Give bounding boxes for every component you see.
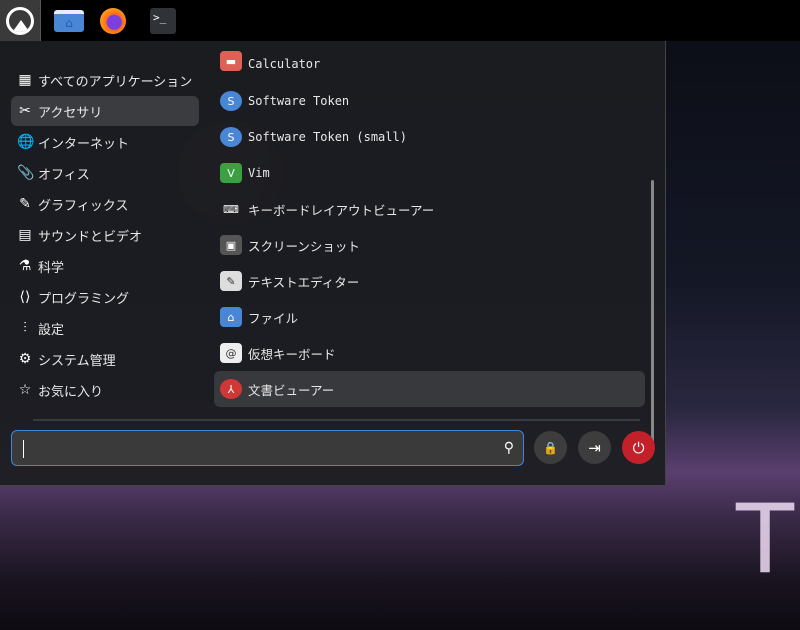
code-icon: ⟨⟩ — [19, 289, 31, 305]
firefox-icon — [100, 7, 126, 34]
star-icon: ☆ — [18, 382, 32, 398]
gear-icon: ⚙ — [18, 351, 32, 367]
text-caret — [23, 440, 24, 458]
search-field[interactable]: ⚲ — [11, 430, 524, 466]
category-label: オフィス — [38, 167, 90, 183]
separator — [33, 419, 640, 421]
app-item[interactable]: ⌂ ファイル — [214, 299, 645, 335]
globe-icon: 🌐 — [17, 134, 35, 150]
file-manager-launcher[interactable]: ⌂ — [47, 0, 91, 41]
app-item[interactable]: ⅄ 文書ビューアー — [214, 371, 645, 407]
app-item[interactable]: ⌨ キーボードレイアウトビューアー — [214, 191, 645, 227]
category-label: 科学 — [38, 260, 65, 276]
document-viewer-icon: ⅄ — [220, 379, 242, 399]
category-item[interactable]: 🌐 インターネット — [11, 127, 199, 157]
category-label: お気に入り — [38, 384, 104, 400]
app-item[interactable]: S Software Token — [214, 83, 645, 119]
home-folder-icon: ⌂ — [54, 9, 84, 32]
category-item[interactable]: ▦ すべてのアプリケーション — [11, 65, 199, 95]
category-item[interactable]: ⟨⟩ プログラミング — [11, 282, 199, 312]
app-item[interactable]: ✎ テキストエディター — [214, 263, 645, 299]
screenshot-icon: ▣ — [220, 235, 242, 255]
calculator-icon: ▬ — [220, 51, 242, 71]
app-item[interactable]: ▣ スクリーンショット — [214, 227, 645, 263]
category-label: グラフィックス — [38, 198, 129, 214]
taskbar: ⌂ >_ — [0, 0, 800, 41]
app-item[interactable]: V Vim — [214, 155, 645, 191]
flask-icon: ⚗ — [18, 258, 32, 274]
app-label: Software Token (small) — [248, 130, 407, 144]
app-label: Vim — [248, 166, 270, 180]
power-button[interactable]: ⏻ — [622, 431, 655, 464]
category-item[interactable]: ⚙ システム管理 — [11, 344, 199, 374]
mountain-logo-icon — [6, 6, 34, 35]
keyboard-icon: ⌨ — [223, 202, 239, 216]
category-label: 設定 — [38, 322, 65, 338]
category-label: すべてのアプリケーション — [38, 74, 193, 90]
logout-button[interactable]: ⇥ — [578, 431, 611, 464]
app-item[interactable]: @ 仮想キーボード — [214, 335, 645, 371]
folder-icon: ⌂ — [220, 307, 242, 327]
category-item[interactable]: ▤ サウンドとビデオ — [11, 220, 199, 250]
lock-icon: 🔒 — [543, 440, 558, 455]
app-list-scrollbar[interactable] — [651, 180, 654, 448]
category-label: サウンドとビデオ — [38, 229, 143, 245]
category-item[interactable]: ☆ お気に入り — [11, 375, 199, 405]
app-label: テキストエディター — [248, 274, 360, 290]
category-item[interactable]: ✂ アクセサリ — [11, 96, 199, 126]
app-label: キーボードレイアウトビューアー — [248, 202, 435, 218]
palette-icon: ✎ — [19, 196, 31, 212]
app-label: Calculator — [248, 57, 321, 71]
tools-icon: ✂ — [19, 103, 31, 119]
token-icon: S — [220, 91, 242, 111]
virtual-keyboard-icon: @ — [220, 343, 242, 363]
paperclip-icon: 📎 — [17, 165, 35, 181]
category-item[interactable]: 📎 オフィス — [11, 158, 199, 188]
terminal-icon: >_ — [150, 7, 176, 34]
application-menu: ▦ すべてのアプリケーション ✂ アクセサリ 🌐 インターネット 📎 オフィス ✎ グラフィックス… — [0, 41, 666, 486]
search-input[interactable] — [12, 431, 472, 465]
lock-button[interactable]: 🔒 — [534, 431, 567, 464]
category-item[interactable]: ✎ グラフィックス — [11, 189, 199, 219]
wallpaper-letter: T — [736, 485, 795, 595]
category-label: アクセサリ — [38, 105, 103, 121]
logout-icon: ⇥ — [588, 438, 601, 457]
app-label: 文書ビューアー — [248, 382, 335, 398]
text-editor-icon: ✎ — [220, 271, 242, 291]
category-item[interactable]: ⚗ 科学 — [11, 251, 199, 281]
app-label: 仮想キーボード — [248, 346, 336, 362]
app-label: Software Token — [248, 94, 350, 108]
grid-icon: ▦ — [18, 72, 32, 88]
category-label: システム管理 — [38, 353, 116, 369]
app-label: スクリーンショット — [248, 238, 360, 254]
sliders-icon: ⫶ — [23, 320, 27, 336]
film-icon: ▤ — [18, 227, 32, 243]
token-icon: S — [220, 127, 242, 147]
start-menu-button[interactable] — [0, 0, 41, 41]
app-label: ファイル — [248, 310, 299, 326]
category-label: インターネット — [38, 136, 130, 152]
terminal-launcher[interactable]: >_ — [141, 0, 185, 41]
search-icon: ⚲ — [503, 440, 514, 456]
vim-icon: V — [220, 163, 242, 183]
category-item[interactable]: ⫶ 設定 — [11, 313, 199, 343]
app-item[interactable]: ▬ Calculator — [214, 47, 645, 71]
firefox-launcher[interactable] — [91, 0, 135, 41]
app-item[interactable]: S Software Token (small) — [214, 119, 645, 155]
category-label: プログラミング — [38, 291, 130, 307]
power-icon: ⏻ — [632, 438, 645, 457]
